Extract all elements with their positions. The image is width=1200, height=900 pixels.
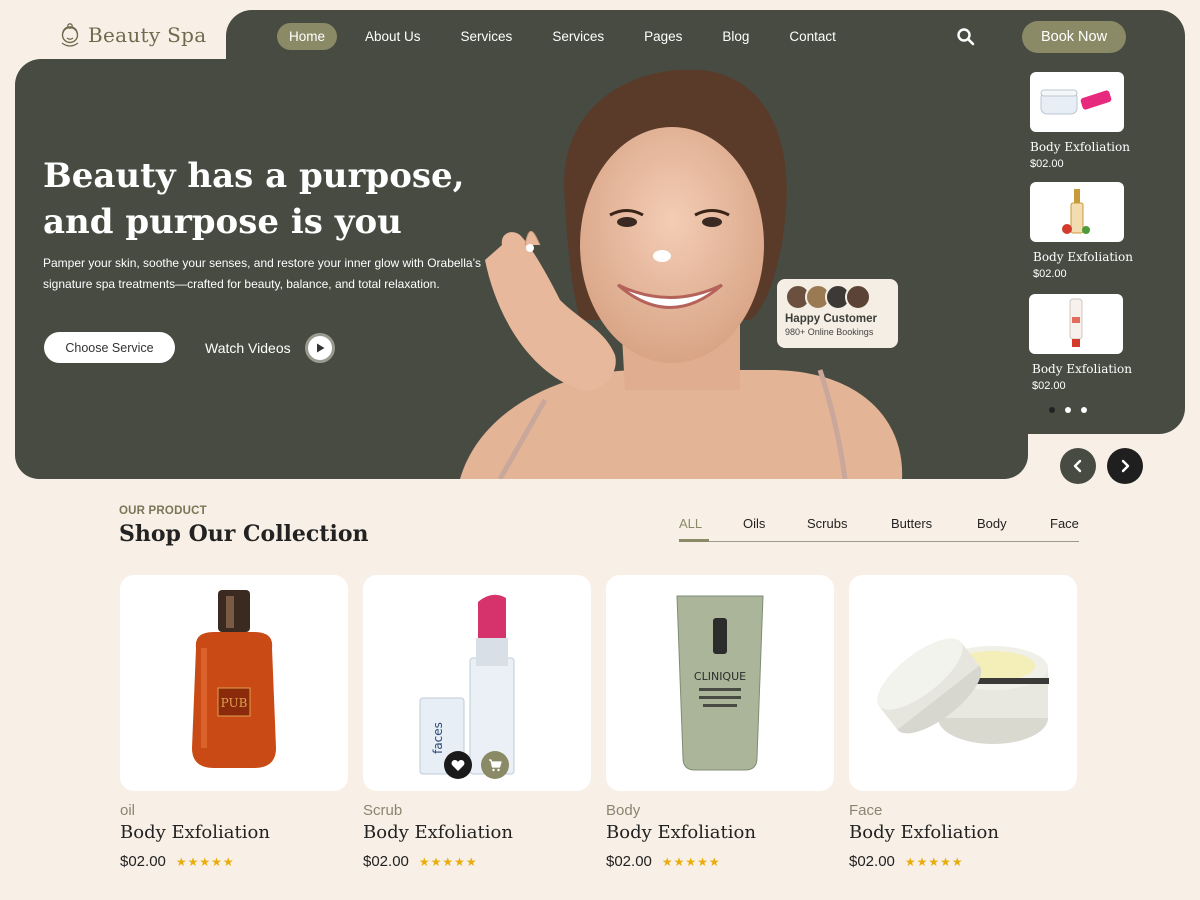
tab-all[interactable]: ALL [679,516,702,531]
main-nav: Home About Us Services Services Pages Bl… [277,23,864,50]
product-price: $02.00 [120,853,166,870]
product-card[interactable]: CLINIQUE Body Body Exfoliation $02.00 ★★… [606,575,834,870]
product-image [849,575,1077,791]
nav-item-blog[interactable]: Blog [710,23,761,50]
heart-icon [451,759,465,771]
carousel-dot[interactable] [1065,407,1071,413]
watch-videos-link[interactable]: Watch Videos [205,340,291,356]
side-product-item[interactable]: Body Exfoliation $02.00 [1030,72,1140,170]
side-product-item[interactable]: Body Exfoliation $02.00 [1030,182,1140,280]
logo-face-icon [61,23,79,47]
happy-customer-title: Happy Customer [785,313,878,325]
avatar [845,284,871,310]
rating-stars: ★★★★★ [661,854,721,869]
hero-model-image [440,70,910,479]
customer-avatars [785,284,890,310]
product-name[interactable]: Body Exfoliation [849,822,1077,843]
carousel-next-button[interactable] [1107,448,1143,484]
book-now-button[interactable]: Book Now [1022,21,1126,53]
play-icon [317,343,325,353]
search-icon [957,28,975,46]
nav-item-contact[interactable]: Contact [777,23,848,50]
side-product-name: Body Exfoliation [1032,362,1132,376]
tab-butters[interactable]: Butters [891,516,932,531]
side-product-item[interactable]: Body Exfoliation $02.00 [1029,294,1139,392]
nav-item-about-us[interactable]: About Us [353,23,433,50]
product-category: oil [120,802,136,819]
chevron-left-icon [1073,459,1082,473]
hero-description: Pamper your skin, soothe your senses, an… [43,256,481,291]
tab-face[interactable]: Face [1050,516,1079,531]
product-name[interactable]: Body Exfoliation [606,822,834,843]
search-button[interactable] [956,27,976,47]
product-category: Body [606,802,641,819]
lipstick-tube-label: faces [431,722,445,754]
brand-name: Beauty Spa [88,23,207,47]
product-price: $02.00 [363,853,409,870]
active-tab-indicator [679,539,709,542]
side-product-name: Body Exfoliation [1030,140,1130,154]
rating-stars: ★★★★★ [175,854,235,869]
side-product-price: $02.00 [1033,268,1067,280]
product-name[interactable]: Body Exfoliation [120,822,348,843]
tab-oils[interactable]: Oils [743,516,765,531]
play-video-button[interactable] [305,333,335,363]
product-card[interactable]: PUB oil Body Exfoliation $02.00 ★★★★★ [120,575,348,870]
product-image: PUB [120,575,348,791]
cart-icon [489,758,502,771]
product-image: CLINIQUE [606,575,834,791]
wishlist-button[interactable] [444,751,472,779]
happy-customer-subtitle: 980+ Online Bookings [785,327,874,337]
category-tabs: ALL Oils Scrubs Butters Body Face [679,516,1079,542]
nav-item-home[interactable]: Home [277,23,338,50]
product-image: faces [363,575,591,791]
nav-item-services-2[interactable]: Services [540,23,616,50]
tab-body[interactable]: Body [977,516,1007,531]
chevron-right-icon [1121,459,1130,473]
carousel-dot[interactable] [1081,407,1087,413]
product-card[interactable]: Face Body Exfoliation $02.00 ★★★★★ [849,575,1077,870]
tab-scrubs[interactable]: Scrubs [807,516,847,531]
side-product-name: Body Exfoliation [1033,250,1133,264]
side-product-image [1030,72,1124,132]
perfume-label: PUB [221,696,248,710]
rating-stars: ★★★★★ [418,854,478,869]
add-to-cart-button[interactable] [481,751,509,779]
carousel-dot[interactable] [1049,407,1055,413]
cleanser-label: CLINIQUE [694,670,746,683]
rating-stars: ★★★★★ [904,854,964,869]
happy-customer-card: Happy Customer 980+ Online Bookings [777,279,898,348]
product-category: Face [849,802,883,819]
section-eyebrow: OUR PRODUCT [119,505,207,517]
product-price: $02.00 [849,853,895,870]
product-category: Scrub [363,802,403,819]
carousel-dots [1049,407,1087,413]
carousel-prev-button[interactable] [1060,448,1096,484]
product-card[interactable]: faces Scrub Body Exfoliation $02.00 ★★★★… [363,575,591,870]
nav-item-services[interactable]: Services [449,23,525,50]
nav-item-pages[interactable]: Pages [632,23,694,50]
side-product-image [1030,182,1124,242]
brand-logo[interactable]: Beauty Spa [58,22,206,48]
choose-service-button[interactable]: Choose Service [44,332,175,363]
product-price: $02.00 [606,853,652,870]
side-product-price: $02.00 [1030,158,1064,170]
section-title: Shop Our Collection [119,521,369,547]
side-product-image [1029,294,1123,354]
side-product-price: $02.00 [1032,380,1066,392]
product-name[interactable]: Body Exfoliation [363,822,591,843]
